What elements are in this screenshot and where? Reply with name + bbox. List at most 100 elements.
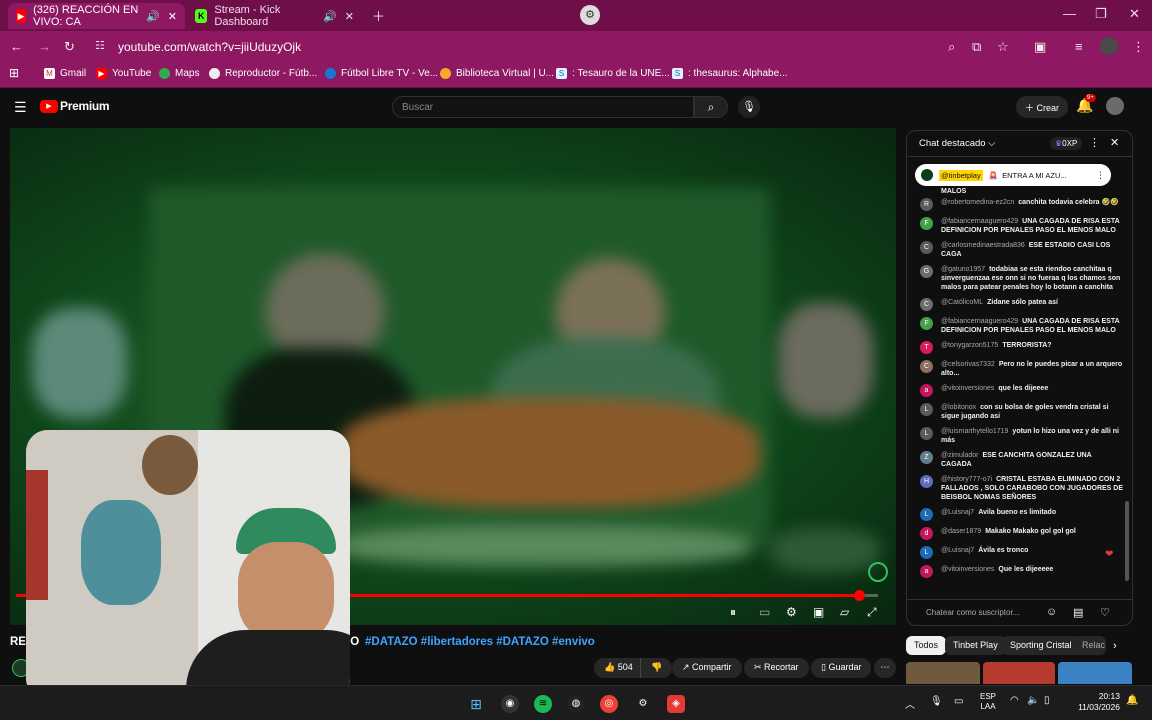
chat-author[interactable]: @luismarthytello1719 [941, 428, 1008, 435]
chat-author[interactable]: @vitoinversiones [941, 385, 994, 392]
media-control-icon[interactable]: ≡ [1075, 39, 1083, 54]
bookmark-thesaurus[interactable]: S: thesaurus: Alphabe... [672, 68, 788, 79]
chip-related[interactable]: Relac [1074, 636, 1106, 655]
chat-author[interactable]: @fabiancernaaguero429 [941, 318, 1018, 325]
chat-author[interactable]: @robertomedina-ez2cn [941, 199, 1014, 206]
chat-avatar[interactable]: C [920, 360, 933, 373]
search-input[interactable]: Buscar [392, 96, 694, 118]
recommended-thumbnail[interactable] [1058, 662, 1132, 684]
steam-taskbar-icon[interactable]: ⚙ [634, 695, 652, 713]
more-actions-icon[interactable]: ⋯ [874, 658, 896, 678]
like-button[interactable]: 👍 504 [594, 658, 643, 678]
notification-center-icon[interactable]: 🔔 [1126, 695, 1138, 706]
cast-tv-icon[interactable]: ▱ [840, 605, 849, 619]
chat-avatar[interactable]: a [920, 384, 933, 397]
cast-icon[interactable]: ⧉ [972, 39, 981, 55]
windows-start-icon[interactable]: ⊞ [467, 695, 485, 713]
bookmark-futbol-libre[interactable]: Fútbol Libre TV - Ve... [325, 68, 438, 79]
chat-avatar[interactable]: a [920, 565, 933, 578]
apps-grid-icon[interactable]: ⊞ [9, 66, 19, 80]
chat-avatar[interactable]: L [920, 427, 933, 440]
chip-tinbet-play[interactable]: Tinbet Play [945, 636, 1006, 655]
wifi-icon[interactable]: ◠ [1010, 695, 1019, 706]
minimize-icon[interactable]: — [1063, 6, 1076, 21]
chat-author[interactable]: @celsorivas7332 [941, 361, 995, 368]
microphone-icon[interactable]: 🎙 [738, 96, 760, 118]
emoji-icon[interactable]: ☺ [1046, 606, 1057, 618]
site-settings-icon[interactable]: ☷ [95, 39, 105, 52]
chat-author[interactable]: @lobitonox [941, 404, 976, 411]
chat-author[interactable]: @zimulador [941, 452, 978, 459]
chat-scrollbar-thumb[interactable] [1125, 501, 1129, 581]
chat-avatar[interactable]: d [920, 527, 933, 540]
obs-icon[interactable]: ◍ [567, 695, 585, 713]
channel-watermark-icon[interactable] [868, 562, 888, 582]
chat-author[interactable]: @tonygarzon5175 [941, 342, 998, 349]
chat-avatar[interactable]: C [920, 241, 933, 254]
bookmark-youtube[interactable]: ▶ YouTube [96, 68, 151, 79]
bookmark-tesauro[interactable]: S: Tesauro de la UNE... [556, 68, 670, 79]
clock[interactable]: 20:13 11/03/2026 [1072, 691, 1120, 713]
chat-avatar[interactable]: Z [920, 451, 933, 464]
miniplayer-icon[interactable]: ▣ [813, 605, 824, 619]
chat-avatar[interactable]: H [920, 475, 933, 488]
chat-avatar[interactable]: C [920, 298, 933, 311]
chat-avatar[interactable]: L [920, 508, 933, 521]
tray-app-icon[interactable]: ▭ [954, 696, 963, 707]
bookmark-star-icon[interactable]: ☆ [997, 39, 1009, 55]
reload-icon[interactable]: ↻ [64, 39, 75, 55]
chat-avatar[interactable]: T [920, 341, 933, 354]
save-button[interactable]: ▯ Guardar [811, 658, 872, 678]
chat-author[interactable]: @daser1879 [941, 528, 981, 535]
address-bar[interactable]: youtube.com/watch?v=jiiUduzyOjk [118, 40, 301, 54]
chat-author[interactable]: @Luisnaj7 [941, 509, 974, 516]
chrome-icon[interactable]: ◎ [600, 695, 618, 713]
tab-youtube[interactable]: ▶ (326) REACCIÓN EN VIVO: CA 🔊 ✕ [8, 3, 185, 29]
chat-author[interactable]: @carlosmedinaestrada836 [941, 242, 1025, 249]
settings-gear-icon[interactable]: ⚙ [786, 605, 797, 619]
chat-author[interactable]: @Luisnaj7 [941, 547, 974, 554]
heart-icon[interactable]: ♡ [1100, 606, 1110, 619]
chips-next-icon[interactable]: › [1113, 640, 1117, 652]
tab-close-icon[interactable]: ✕ [345, 10, 354, 23]
chat-input[interactable]: Chatear como suscriptor... [926, 608, 1019, 617]
recommended-thumbnail[interactable] [906, 662, 980, 684]
menu-dots-icon[interactable]: ⋮ [1132, 39, 1145, 55]
mic-tray-icon[interactable]: 🎙 [930, 696, 943, 707]
bookmark-reproductor[interactable]: Reproductor - Fútb... [209, 68, 317, 79]
chat-menu-dots-icon[interactable]: ⋮ [1089, 136, 1100, 149]
chat-avatar[interactable]: L [920, 403, 933, 416]
super-chat-icon[interactable]: ▤ [1073, 606, 1083, 619]
youtube-logo-icon[interactable]: ▶ [40, 100, 58, 113]
chat-avatar[interactable]: F [920, 217, 933, 230]
chat-scrollbar[interactable] [1125, 161, 1129, 595]
close-window-icon[interactable]: ✕ [1129, 6, 1140, 22]
video-hashtags[interactable]: #DATAZO #libertadores #DATAZO #envivo [365, 636, 595, 648]
hamburger-menu-icon[interactable]: ☰ [14, 99, 27, 116]
tray-expand-icon[interactable]: ︿ [905, 696, 915, 711]
chat-author[interactable]: @CatólicoML [941, 299, 983, 306]
search-icon[interactable]: ⌕ [694, 96, 728, 118]
pinned-message[interactable]: @tinbetplay 🚨 ENTRA A MI AZU... ⋮ [915, 164, 1111, 186]
chat-author[interactable]: @fabiancernaaguero429 [941, 218, 1018, 225]
bookmark-biblioteca[interactable]: Biblioteca Virtual | U... [440, 68, 554, 79]
profile-avatar[interactable] [1100, 37, 1118, 55]
chat-avatar[interactable]: R [920, 198, 933, 211]
chat-avatar[interactable]: G [920, 265, 933, 278]
pause-live-icon[interactable]: ⏸ [730, 605, 736, 620]
chip-todos[interactable]: Todos [906, 636, 947, 655]
progress-scrubber-handle[interactable] [854, 590, 866, 601]
bookmark-maps[interactable]: Maps [159, 68, 199, 79]
recommended-thumbnail[interactable] [983, 662, 1055, 684]
chat-mode-dropdown[interactable]: Chat destacado ⌵ [919, 138, 995, 149]
chat-author[interactable]: @gatuno1957 [941, 266, 985, 273]
points-badge[interactable]: ♛0XP [1050, 137, 1083, 150]
volume-icon[interactable]: 🔈 [1027, 695, 1039, 706]
steam-icon[interactable]: ⚙ [580, 5, 600, 25]
chip-sporting-cristal[interactable]: Sporting Cristal [1002, 636, 1080, 655]
create-button[interactable]: ＋ Crear [1016, 96, 1069, 118]
speaker-icon[interactable]: 🔊 [323, 10, 337, 23]
extensions-icon[interactable]: ▣ [1034, 39, 1046, 55]
account-avatar[interactable] [1106, 97, 1124, 115]
language-indicator[interactable]: ESP LAA [980, 692, 996, 712]
